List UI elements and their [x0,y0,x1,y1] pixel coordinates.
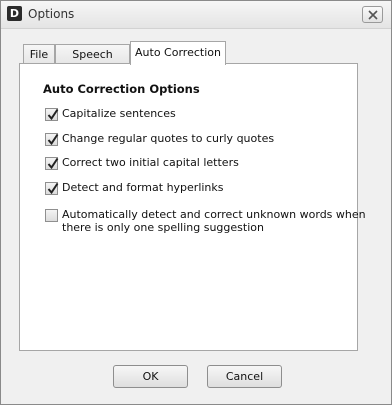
section-title: Auto Correction Options [43,82,200,96]
option-label: Change regular quotes to curly quotes [62,132,275,145]
title-bar: D Options [1,1,391,29]
checkmark-icon [47,182,59,195]
option-label: Detect and format hyperlinks [62,181,224,194]
options-dialog: D Options File Speech Auto Correction Au… [0,0,392,405]
cancel-button[interactable]: Cancel [207,365,282,388]
option-label-line2: there is only one spelling suggestion [62,221,264,234]
checkbox-auto-spelling[interactable] [45,209,58,222]
option-label: Correct two initial capital letters [62,156,239,169]
checkmark-icon [47,108,59,121]
checkbox-curly-quotes[interactable] [45,133,59,146]
option-label-line1: Automatically detect and correct unknown… [62,208,366,221]
checkbox-capitalize-sentences[interactable] [45,108,59,121]
checkmark-icon [47,157,59,170]
ok-button[interactable]: OK [113,365,188,388]
option-label: Capitalize sentences [62,107,176,120]
close-icon [368,10,378,20]
auto-correction-panel: Auto Correction Options Capitalize sente… [19,63,366,351]
checkmark-icon [47,133,59,146]
checkbox-hyperlinks[interactable] [45,182,59,195]
tab-auto-correction[interactable]: Auto Correction [130,41,226,65]
app-icon: D [7,6,22,21]
tab-file[interactable]: File [23,44,55,64]
window-title: Options [28,7,75,21]
close-button[interactable] [362,6,383,23]
checkbox-two-initial-caps[interactable] [45,157,59,170]
tab-speech[interactable]: Speech [55,44,130,64]
